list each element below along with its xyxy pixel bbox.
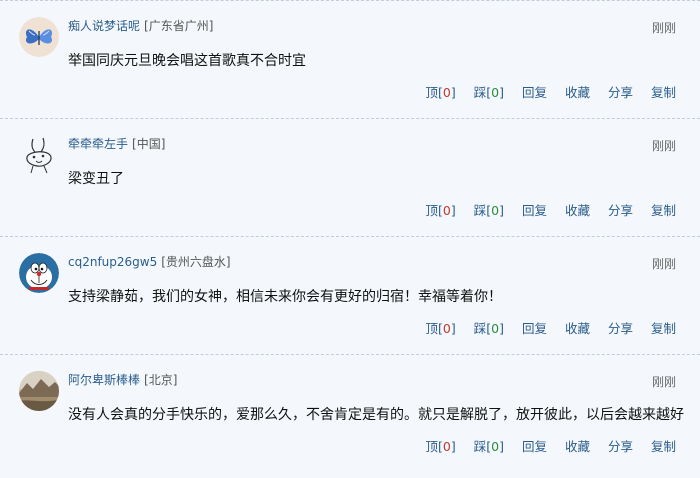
upvote-count: 0	[442, 439, 451, 454]
reply-button[interactable]: 回复	[522, 321, 547, 336]
downvote-count: 0	[491, 439, 500, 454]
downvote-button[interactable]: 踩[0]	[474, 203, 504, 218]
timestamp: 刚刚	[651, 257, 676, 271]
upvote-button[interactable]: 顶[0]	[426, 85, 456, 100]
upvote-button[interactable]: 顶[0]	[426, 439, 456, 454]
share-button[interactable]: 分享	[608, 439, 633, 454]
downvote-button[interactable]: 踩[0]	[474, 85, 504, 100]
comment-actions: 顶[0] 踩[0] 回复 收藏 分享 复制	[412, 439, 676, 455]
downvote-button[interactable]: 踩[0]	[474, 439, 504, 454]
comment-text: 梁变丑了	[68, 171, 124, 187]
username[interactable]: cq2nfup26gw5	[68, 255, 157, 269]
upvote-count: 0	[442, 85, 451, 100]
downvote-count: 0	[491, 85, 500, 100]
comment-actions: 顶[0] 踩[0] 回复 收藏 分享 复制	[412, 203, 676, 219]
username[interactable]: 阿尔卑斯棒棒	[68, 373, 140, 387]
comment-actions: 顶[0] 踩[0] 回复 收藏 分享 复制	[412, 321, 676, 337]
copy-button[interactable]: 复制	[651, 203, 676, 218]
location: [中国]	[132, 137, 166, 151]
comment-item: 痴人说梦话呢 [广东省广州] 刚刚 举国同庆元旦晚会唱这首歌真不合时宜 顶[0] …	[0, 0, 700, 118]
comment-list: 痴人说梦话呢 [广东省广州] 刚刚 举国同庆元旦晚会唱这首歌真不合时宜 顶[0] …	[0, 0, 700, 478]
comment-text: 支持梁静茹，我们的女神，相信未来你会有更好的归宿！幸福等着你！	[68, 289, 502, 305]
reply-button[interactable]: 回复	[522, 203, 547, 218]
username[interactable]: 痴人说梦话呢	[68, 19, 140, 33]
copy-button[interactable]: 复制	[651, 439, 676, 454]
location: [广东省广州]	[144, 19, 214, 33]
comment-text: 没有人会真的分手快乐的，爱那么久，不舍肯定是有的。就只是解脱了，放开彼此，以后会…	[68, 407, 684, 423]
copy-button[interactable]: 复制	[651, 85, 676, 100]
username[interactable]: 牵牵牵左手	[68, 137, 128, 151]
location: [北京]	[144, 373, 178, 387]
location: [贵州六盘水]	[161, 255, 231, 269]
comment-actions: 顶[0] 踩[0] 回复 收藏 分享 复制	[412, 85, 676, 101]
reply-button[interactable]: 回复	[522, 85, 547, 100]
butterfly-icon[interactable]	[19, 17, 59, 57]
comment-item: cq2nfup26gw5 [贵州六盘水] 刚刚 支持梁静茹，我们的女神，相信未来你…	[0, 236, 700, 354]
downvote-count: 0	[491, 321, 500, 336]
favorite-button[interactable]: 收藏	[565, 85, 590, 100]
copy-button[interactable]: 复制	[651, 321, 676, 336]
timestamp: 刚刚	[651, 139, 676, 153]
upvote-button[interactable]: 顶[0]	[426, 321, 456, 336]
favorite-button[interactable]: 收藏	[565, 321, 590, 336]
upvote-count: 0	[442, 203, 451, 218]
downvote-button[interactable]: 踩[0]	[474, 321, 504, 336]
favorite-button[interactable]: 收藏	[565, 439, 590, 454]
share-button[interactable]: 分享	[608, 321, 633, 336]
comment-text: 举国同庆元旦晚会唱这首歌真不合时宜	[68, 53, 306, 69]
bunny-sketch-icon[interactable]	[19, 135, 59, 175]
upvote-button[interactable]: 顶[0]	[426, 203, 456, 218]
share-button[interactable]: 分享	[608, 85, 633, 100]
favorite-button[interactable]: 收藏	[565, 203, 590, 218]
comment-item: 牵牵牵左手 [中国] 刚刚 梁变丑了 顶[0] 踩[0] 回复 收藏 分享 复制	[0, 118, 700, 236]
downvote-count: 0	[491, 203, 500, 218]
reply-button[interactable]: 回复	[522, 439, 547, 454]
share-button[interactable]: 分享	[608, 203, 633, 218]
comment-item: 阿尔卑斯棒棒 [北京] 刚刚 没有人会真的分手快乐的，爱那么久，不舍肯定是有的。就…	[0, 354, 700, 472]
timestamp: 刚刚	[651, 21, 676, 35]
mountain-landscape-icon[interactable]	[19, 371, 59, 411]
timestamp: 刚刚	[651, 375, 676, 389]
upvote-count: 0	[442, 321, 451, 336]
doraemon-icon[interactable]	[19, 253, 59, 293]
